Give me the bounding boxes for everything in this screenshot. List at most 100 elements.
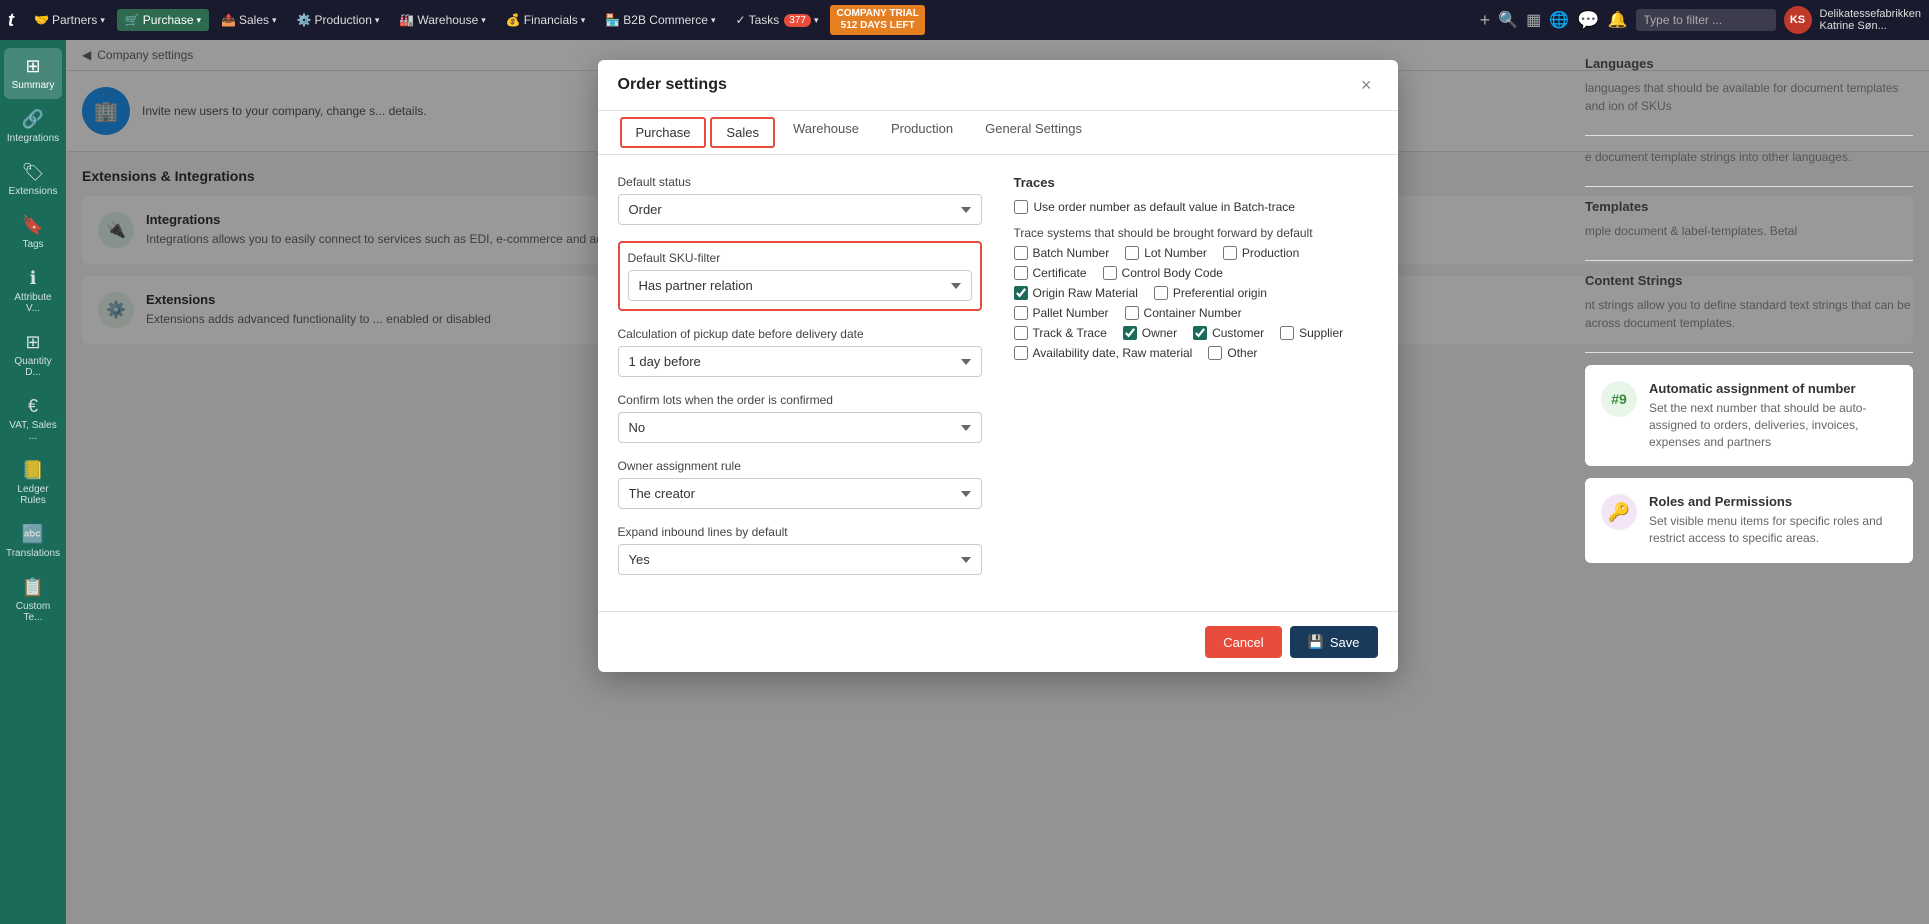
- pickup-date-select[interactable]: 1 day before: [618, 346, 982, 377]
- expand-inbound-label: Expand inbound lines by default: [618, 525, 982, 539]
- customer-checkbox[interactable]: [1193, 326, 1207, 340]
- sku-filter-select[interactable]: Has partner relation: [628, 270, 972, 301]
- trace-control-body-code: Control Body Code: [1103, 266, 1223, 280]
- nav-purchase[interactable]: 🛒 Purchase ▾: [117, 9, 209, 31]
- confirm-lots-select[interactable]: No: [618, 412, 982, 443]
- tasks-icon: ✓: [736, 13, 746, 27]
- chevron-down-icon: ▾: [272, 15, 277, 26]
- nav-tasks[interactable]: ✓ Tasks 377 ▾: [728, 9, 827, 31]
- right-languages-desc: languages that should be available for d…: [1585, 79, 1913, 115]
- roles-desc: Set visible menu items for specific role…: [1649, 513, 1897, 547]
- sidebar-item-attribute[interactable]: ℹ Attribute V...: [4, 260, 62, 322]
- warehouse-icon: 🏭: [399, 13, 414, 27]
- trace-production: Production: [1223, 246, 1299, 260]
- container-number-checkbox[interactable]: [1125, 306, 1139, 320]
- tab-production[interactable]: Production: [875, 111, 969, 155]
- confirm-lots-group: Confirm lots when the order is confirmed…: [618, 393, 982, 443]
- pickup-date-label: Calculation of pickup date before delive…: [618, 327, 982, 341]
- modal-tabs: Purchase Sales Warehouse Production Gene…: [598, 111, 1398, 155]
- trace-row-5: Track & Trace Owner Customer Supplier: [1014, 326, 1378, 340]
- attribute-icon: ℹ: [30, 268, 37, 289]
- search-input[interactable]: [1636, 9, 1776, 31]
- save-button[interactable]: 💾 Save: [1290, 626, 1378, 658]
- nav-partners[interactable]: 🤝 Partners ▾: [26, 9, 113, 31]
- right-panel: Languages languages that should be avail…: [1569, 40, 1929, 924]
- bell-icon[interactable]: 🔔: [1608, 10, 1628, 30]
- avatar: KS: [1784, 6, 1812, 34]
- modal-left-column: Default status Order Default SKU-filter …: [618, 175, 982, 591]
- chevron-down-icon: ▾: [197, 15, 202, 26]
- key-icon: 🔑: [1601, 494, 1637, 530]
- preferential-origin-checkbox[interactable]: [1154, 286, 1168, 300]
- sidebar-item-translations[interactable]: 🔤 Translations: [4, 516, 62, 567]
- tab-sales[interactable]: Sales: [710, 117, 775, 148]
- control-body-code-checkbox[interactable]: [1103, 266, 1117, 280]
- trace-availability-date: Availability date, Raw material: [1014, 346, 1193, 360]
- nav-warehouse[interactable]: 🏭 Warehouse ▾: [391, 9, 493, 31]
- partners-icon: 🤝: [34, 13, 49, 27]
- certificate-checkbox[interactable]: [1014, 266, 1028, 280]
- barcode-icon[interactable]: ▦: [1526, 10, 1541, 30]
- supplier-checkbox[interactable]: [1280, 326, 1294, 340]
- app-logo[interactable]: t: [8, 10, 14, 31]
- summary-icon: ⊞: [25, 56, 40, 77]
- origin-raw-checkbox[interactable]: [1014, 286, 1028, 300]
- right-templates-title: Templates: [1585, 199, 1913, 214]
- production-checkbox[interactable]: [1223, 246, 1237, 260]
- sku-filter-label: Default SKU-filter: [628, 251, 972, 265]
- right-languages-section: Languages languages that should be avail…: [1585, 56, 1913, 115]
- translations-icon: 🔤: [22, 524, 44, 545]
- pallet-number-checkbox[interactable]: [1014, 306, 1028, 320]
- trace-row-2: Certificate Control Body Code: [1014, 266, 1378, 280]
- track-trace-checkbox[interactable]: [1014, 326, 1028, 340]
- use-order-number-option: Use order number as default value in Bat…: [1014, 200, 1378, 214]
- sidebar-item-tags[interactable]: 🔖 Tags: [4, 207, 62, 258]
- modal-body: Default status Order Default SKU-filter …: [598, 155, 1398, 611]
- trace-customer: Customer: [1193, 326, 1264, 340]
- sidebar-item-ledger[interactable]: 📒 Ledger Rules: [4, 452, 62, 514]
- right-languages-title: Languages: [1585, 56, 1913, 71]
- sidebar-item-extensions[interactable]: 🏷 Extensions: [4, 154, 62, 205]
- trace-supplier: Supplier: [1280, 326, 1343, 340]
- save-icon: 💾: [1308, 634, 1324, 650]
- chat-icon[interactable]: 💬: [1577, 10, 1599, 31]
- default-status-select[interactable]: Order: [618, 194, 982, 225]
- use-order-number-label: Use order number as default value in Bat…: [1034, 200, 1295, 214]
- sidebar-item-vat[interactable]: € VAT, Sales ...: [4, 388, 62, 450]
- tab-warehouse[interactable]: Warehouse: [777, 111, 875, 155]
- tab-purchase[interactable]: Purchase: [620, 117, 707, 148]
- nav-sales[interactable]: 📤 Sales ▾: [213, 9, 285, 31]
- expand-inbound-select[interactable]: Yes: [618, 544, 982, 575]
- right-translations-section: e document template strings into other l…: [1585, 148, 1913, 166]
- cancel-button[interactable]: Cancel: [1205, 626, 1281, 658]
- plus-icon[interactable]: +: [1480, 10, 1491, 31]
- owner-checkbox[interactable]: [1123, 326, 1137, 340]
- other-checkbox[interactable]: [1208, 346, 1222, 360]
- owner-rule-select[interactable]: The creator: [618, 478, 982, 509]
- batch-number-checkbox[interactable]: [1014, 246, 1028, 260]
- nav-financials[interactable]: 💰 Financials ▾: [498, 9, 594, 31]
- modal-title: Order settings: [618, 76, 727, 94]
- nav-b2b[interactable]: 🏪 B2B Commerce ▾: [597, 9, 723, 31]
- trace-preferential-origin: Preferential origin: [1154, 286, 1267, 300]
- integrations-icon: 🔗: [22, 109, 44, 130]
- trace-certificate: Certificate: [1014, 266, 1087, 280]
- modal-close-button[interactable]: ×: [1355, 74, 1378, 96]
- sidebar-item-quantity[interactable]: ⊞ Quantity D...: [4, 324, 62, 386]
- trace-lot-number: Lot Number: [1125, 246, 1207, 260]
- sidebar-item-integrations[interactable]: 🔗 Integrations: [4, 101, 62, 152]
- default-status-label: Default status: [618, 175, 982, 189]
- lot-number-checkbox[interactable]: [1125, 246, 1139, 260]
- sidebar-item-summary[interactable]: ⊞ Summary: [4, 48, 62, 99]
- sidebar-item-custom-templates[interactable]: 📋 Custom Te...: [4, 569, 62, 631]
- search-icon[interactable]: 🔍: [1498, 10, 1518, 30]
- nav-production[interactable]: ⚙️ Production ▾: [289, 9, 388, 31]
- availability-date-checkbox[interactable]: [1014, 346, 1028, 360]
- globe-icon[interactable]: 🌐: [1549, 10, 1569, 30]
- production-icon: ⚙️: [297, 13, 312, 27]
- trace-other: Other: [1208, 346, 1257, 360]
- tab-general-settings[interactable]: General Settings: [969, 111, 1098, 155]
- sidebar: ⊞ Summary 🔗 Integrations 🏷 Extensions 🔖 …: [0, 40, 66, 924]
- expand-inbound-group: Expand inbound lines by default Yes: [618, 525, 982, 575]
- use-order-number-checkbox[interactable]: [1014, 200, 1028, 214]
